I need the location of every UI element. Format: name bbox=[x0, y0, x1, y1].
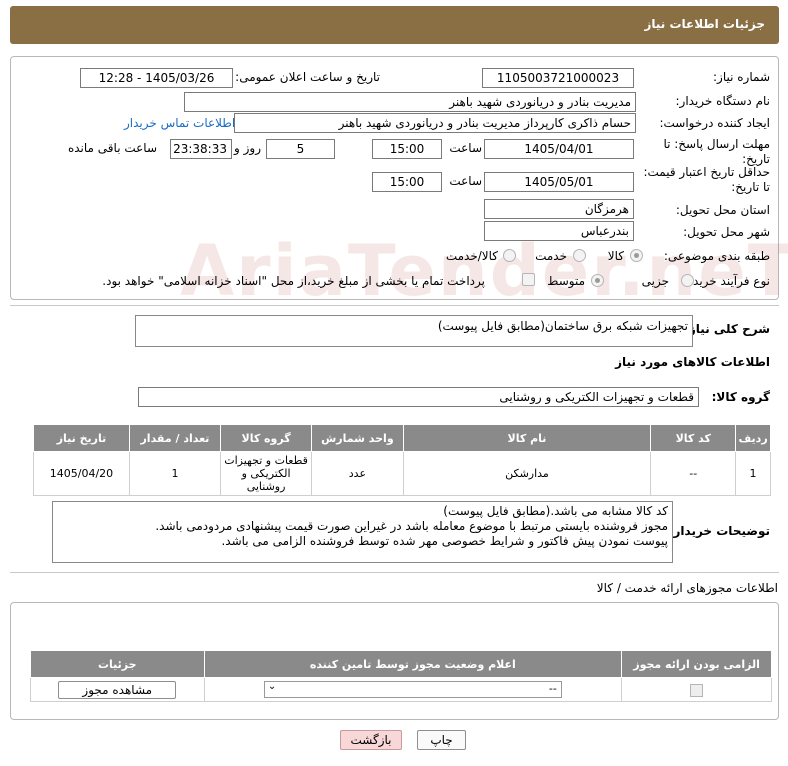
cell-date: 1405/04/20 bbox=[33, 451, 130, 496]
buyer-notes-label: توضیحات خریدار: bbox=[668, 524, 770, 538]
deadline-date-field[interactable]: 1405/04/01 bbox=[484, 139, 634, 159]
city-field[interactable]: بندرعباس bbox=[484, 221, 634, 241]
col-row: ردیف bbox=[735, 424, 771, 452]
category-both-label: کالا/خدمت bbox=[445, 249, 498, 263]
city-label: شهر محل تحویل: bbox=[683, 225, 770, 239]
permits-title: اطلاعات مجوزهای ارائه خدمت / کالا bbox=[596, 581, 778, 595]
deadline-label: مهلت ارسال پاسخ: تا تاریخ: bbox=[663, 137, 770, 166]
col-group: گروه کالا bbox=[219, 424, 313, 452]
col-unit: واحد شمارش bbox=[311, 424, 404, 452]
page-header: جزئیات اطلاعات نیاز bbox=[10, 6, 779, 44]
cell-permit-details: مشاهده مجوز bbox=[30, 677, 205, 702]
col-permit-status: اعلام وضعیت مجوز توسط تامین کننده bbox=[203, 650, 623, 678]
announce-datetime-field[interactable]: 1405/03/26 - 12:28 bbox=[80, 68, 233, 88]
permit-status-select[interactable]: -- ⌄ bbox=[263, 681, 562, 698]
cell-code: -- bbox=[650, 451, 737, 496]
days-field[interactable]: 5 bbox=[266, 139, 335, 159]
validity-time-label: ساعت bbox=[449, 174, 482, 188]
buyer-notes-field[interactable]: کد کالا مشابه می باشد.(مطابق فایل پیوست)… bbox=[52, 501, 673, 563]
col-permit-required: الزامی بودن ارائه مجوز bbox=[621, 650, 772, 678]
announce-label: تاریخ و ساعت اعلان عمومی: bbox=[235, 70, 380, 84]
view-permit-button[interactable]: مشاهده مجوز bbox=[58, 680, 177, 699]
goods-table: ردیف کد کالا نام کالا واحد شمارش گروه کا… bbox=[33, 424, 771, 496]
table-row[interactable]: 1 -- مدارشکن عدد قطعات و تجهیزات الکتریک… bbox=[33, 451, 771, 496]
requester-label: ایجاد کننده درخواست: bbox=[659, 116, 770, 130]
buyer-notes-line-2: مجوز فروشنده بایستی مرتبط با موضوع معامل… bbox=[155, 519, 668, 533]
table-row[interactable]: -- ⌄ مشاهده مجوز bbox=[30, 677, 772, 702]
buyer-notes-line-1: کد کالا مشابه می باشد.(مطابق فایل پیوست) bbox=[443, 504, 668, 518]
deadline-time-label: ساعت bbox=[449, 141, 482, 155]
remaining-time-label: ساعت باقی مانده bbox=[67, 141, 157, 155]
chevron-down-icon: ⌄ bbox=[267, 681, 277, 692]
validity-time-field[interactable]: 15:00 bbox=[372, 172, 442, 192]
category-service-radio[interactable] bbox=[573, 249, 586, 262]
remaining-time-field[interactable]: 23:38:33 bbox=[170, 139, 232, 159]
section-divider bbox=[10, 572, 779, 573]
category-goods-label: کالا bbox=[607, 249, 624, 263]
process-medium-label: متوسط bbox=[547, 274, 585, 288]
province-label: استان محل تحویل: bbox=[675, 203, 770, 217]
cell-permit-status: -- ⌄ bbox=[203, 677, 623, 702]
category-both-radio[interactable] bbox=[503, 249, 516, 262]
col-qty: تعداد / مقدار bbox=[128, 424, 221, 452]
category-service-label: خدمت bbox=[535, 249, 567, 263]
col-code: کد کالا bbox=[650, 424, 737, 452]
description-label: شرح کلی نیاز: bbox=[684, 322, 770, 336]
buyer-notes-line-3: پیوست نمودن پیش فاکتور و شرایط خصوصی مهر… bbox=[221, 534, 668, 548]
treasury-payment-checkbox[interactable] bbox=[522, 273, 535, 286]
buyer-contact-link[interactable]: اطلاعات تماس خریدار bbox=[124, 116, 235, 130]
permit-status-value: -- bbox=[548, 682, 557, 695]
buyer-org-field[interactable]: مدیریت بنادر و دریانوردی شهید باهنر bbox=[184, 92, 636, 112]
requester-field[interactable]: حسام ذاکری کارپرداز مدیریت بنادر و دریان… bbox=[234, 113, 636, 133]
treasury-payment-note: پرداخت تمام یا بخشی از مبلغ خرید،از محل … bbox=[102, 274, 485, 288]
category-goods-radio[interactable] bbox=[630, 249, 643, 262]
province-field[interactable]: هرمزگان bbox=[484, 199, 634, 219]
validity-date-field[interactable]: 1405/05/01 bbox=[484, 172, 634, 192]
need-number-label: شماره نیاز: bbox=[713, 70, 770, 84]
deadline-time-field[interactable]: 15:00 bbox=[372, 139, 442, 159]
days-label: روز و bbox=[234, 141, 261, 155]
buyer-org-label: نام دستگاه خریدار: bbox=[675, 94, 771, 108]
col-name: نام کالا bbox=[402, 424, 652, 452]
process-minor-radio[interactable] bbox=[681, 274, 694, 287]
cell-name: مدارشکن bbox=[402, 451, 652, 496]
permits-table-header: الزامی بودن ارائه مجوز اعلام وضعیت مجوز … bbox=[30, 650, 772, 678]
goods-table-header: ردیف کد کالا نام کالا واحد شمارش گروه کا… bbox=[33, 424, 771, 452]
cell-group: قطعات و تجهیزات الکتریکی و روشنایی bbox=[219, 451, 313, 496]
permits-table: الزامی بودن ارائه مجوز اعلام وضعیت مجوز … bbox=[30, 650, 772, 702]
cell-unit: عدد bbox=[311, 451, 404, 496]
cell-row: 1 bbox=[735, 451, 771, 496]
category-label: طبقه بندی موضوعی: bbox=[663, 249, 770, 263]
col-permit-details: جزئیات bbox=[30, 650, 205, 678]
permit-required-checkbox[interactable] bbox=[690, 683, 704, 697]
section-divider bbox=[10, 305, 779, 306]
goods-group-label: گروه کالا: bbox=[711, 390, 770, 404]
description-field[interactable]: تجهیزات شبکه برق ساختمان(مطابق فایل پیوس… bbox=[135, 315, 693, 347]
page-title: جزئیات اطلاعات نیاز bbox=[644, 17, 765, 31]
need-number-field[interactable]: 1105003721000023 bbox=[482, 68, 634, 88]
cell-permit-required bbox=[621, 677, 772, 702]
watermark-logo: AriaTender.neT bbox=[180, 230, 788, 312]
process-label: نوع فرآیند خرید : bbox=[685, 274, 770, 288]
cell-qty: 1 bbox=[128, 451, 221, 496]
validity-label: حداقل تاریخ اعتبار قیمت: تا تاریخ: bbox=[643, 165, 770, 194]
print-button[interactable]: چاپ bbox=[417, 730, 466, 750]
goods-section-title: اطلاعات کالاهای مورد نیاز bbox=[615, 355, 770, 369]
process-medium-radio[interactable] bbox=[591, 274, 604, 287]
back-button[interactable]: بازگشت bbox=[340, 730, 402, 750]
goods-group-field[interactable]: قطعات و تجهیزات الکتریکی و روشنایی bbox=[138, 387, 699, 407]
col-date: تاریخ نیاز bbox=[33, 424, 130, 452]
process-minor-label: جزیی bbox=[641, 274, 669, 288]
